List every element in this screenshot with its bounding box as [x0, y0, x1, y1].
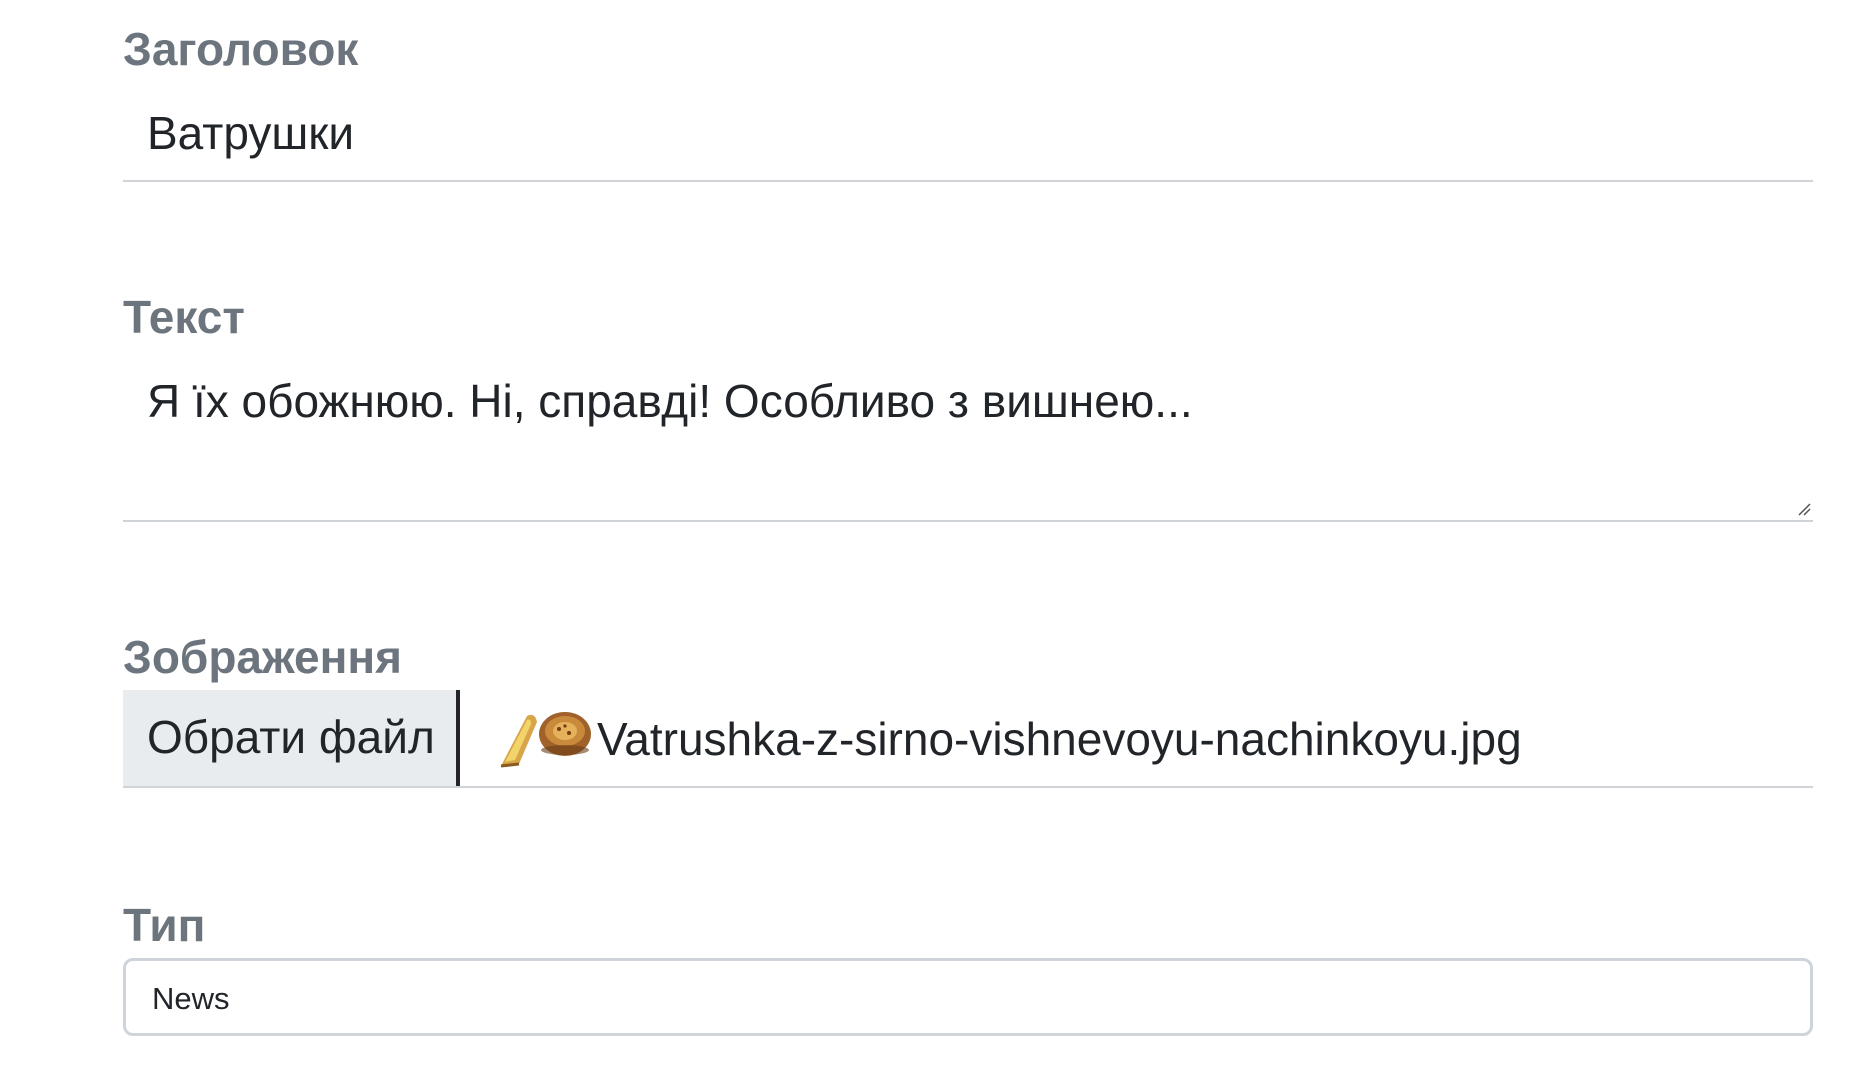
image-file-input[interactable]: Обрати файл Vatrushka-z-sirno-vishnevoyu…	[123, 690, 1813, 788]
selected-file-name: Vatrushka-z-sirno-vishnevoyu-nachinkoyu.…	[597, 713, 1522, 765]
text-label: Текст	[123, 291, 245, 343]
choose-file-button-label: Обрати файл	[147, 711, 435, 763]
text-textarea[interactable]: Я їх обожнюю. Ні, справді! Особливо з ви…	[123, 358, 1813, 522]
title-input[interactable]: Ватрушки	[123, 88, 1813, 182]
text-textarea-value: Я їх обожнюю. Ні, справді! Особливо з ви…	[147, 375, 1193, 427]
type-label: Тип	[123, 899, 206, 951]
image-label: Зображення	[123, 631, 403, 683]
title-input-value: Ватрушки	[147, 107, 355, 159]
resize-handle-icon[interactable]	[1797, 502, 1811, 516]
title-label: Заголовок	[123, 23, 359, 75]
type-select[interactable]: News	[123, 958, 1813, 1036]
type-select-value: News	[152, 981, 230, 1016]
choose-file-button[interactable]: Обрати файл	[123, 690, 460, 786]
pastry-thumbnail-icon	[500, 712, 591, 768]
